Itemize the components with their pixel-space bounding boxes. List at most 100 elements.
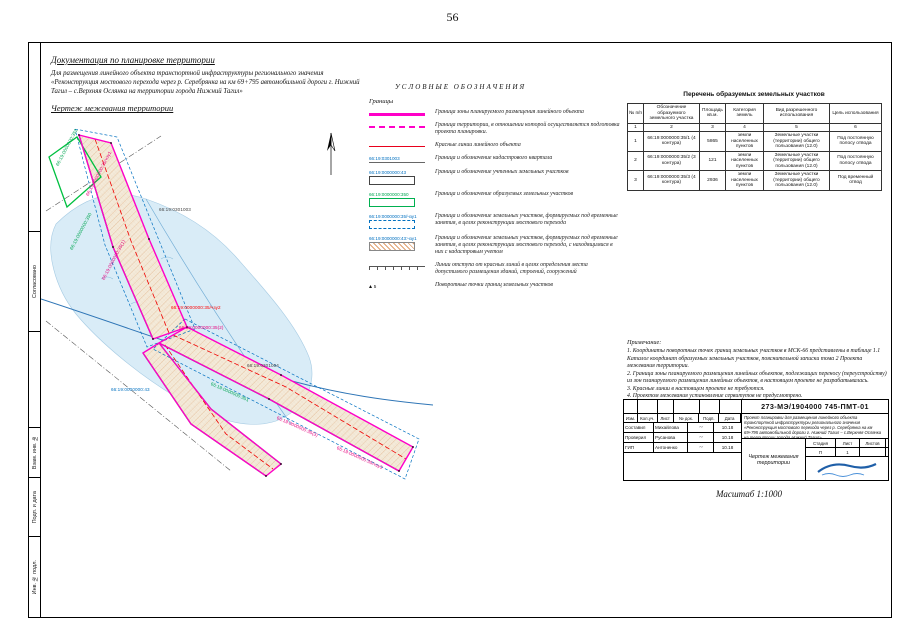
side-stamp-label: Инв. № подл. bbox=[32, 560, 38, 594]
legend-item-text: Граница и обозначение земельных участков… bbox=[435, 213, 621, 227]
plots-table-title: Перечень образуемых земельных участков bbox=[627, 91, 881, 98]
frame-side-column: Согласовано Взам. инв. № Подп. и дата Ин… bbox=[29, 43, 41, 617]
titleblock-left: Изм.Кол.уч.Лист№ док.Подп.Дата Составил … bbox=[624, 414, 742, 481]
revision-cell bbox=[638, 400, 658, 413]
frame-cell bbox=[29, 43, 40, 232]
table-cell: 1 bbox=[628, 132, 644, 152]
legend-symbol-label: 66:19:0000000:35/чзу1 bbox=[369, 214, 435, 219]
table-cell: Под постоянную полосу отвода bbox=[830, 151, 882, 171]
magenta-dash-icon bbox=[369, 126, 425, 128]
note-line: 1. Координаты поворотных точек границ зе… bbox=[627, 348, 889, 371]
side-stamp-label: Взам. инв. № bbox=[32, 435, 38, 469]
column-number-cell: 2 bbox=[644, 123, 700, 132]
stage-headers: СтадияЛистЛистов bbox=[806, 439, 888, 448]
stage-header-cell: Листов bbox=[860, 439, 886, 447]
offset-line-icon bbox=[369, 266, 425, 270]
legend-symbol-label: 66:19:0000000:43 bbox=[369, 170, 435, 175]
legend-title: УСЛОВНЫЕ ОБОЗНАЧЕНИЯ bbox=[395, 83, 621, 91]
column-number-cell: 5 bbox=[764, 123, 830, 132]
table-header-cell: Категория земель bbox=[726, 104, 764, 124]
table-header-cell: Обозначение образуемого земельного участ… bbox=[644, 104, 700, 124]
frame-cell: Согласовано bbox=[29, 232, 40, 332]
table-cell: 66:19:0000000:35/2 (3 контура) bbox=[644, 151, 700, 171]
sign-role: ГИП bbox=[624, 443, 654, 452]
table-header-cell: Цель использования bbox=[830, 104, 882, 124]
project-name: Проект планировки для размещения линейно… bbox=[742, 414, 888, 439]
titleblock-filler bbox=[624, 453, 741, 481]
titleblock-sign-rows: Составил Михайлова 10.18 Проверил Русано… bbox=[624, 423, 741, 453]
document-number: 273-МЭ/1904000 745-ПМТ-01 bbox=[742, 400, 888, 413]
legend-symbol-label: 66:19:0000000:350 bbox=[369, 192, 435, 197]
registered-plot-icon bbox=[369, 176, 415, 185]
legend-symbol: 66:19:0000000:350 bbox=[369, 191, 435, 207]
hatched-plot-icon bbox=[369, 242, 415, 251]
vertex-point-icon: ▴ 5 bbox=[369, 283, 435, 290]
signature bbox=[688, 443, 714, 452]
temporary-plot-icon bbox=[369, 220, 415, 229]
titleblock-column-headers: Изм.Кол.уч.Лист№ док.Подп.Дата bbox=[624, 414, 741, 423]
column-header-cell: Подп. bbox=[699, 414, 719, 422]
signature bbox=[688, 423, 714, 432]
column-number-row: 123456 bbox=[628, 123, 882, 132]
legend-item-text: Линии отступа от красных линий в целях о… bbox=[435, 262, 621, 276]
legend-item: Граница территории, в отношении которой … bbox=[369, 122, 621, 136]
table-header-cell: Площадь кв.м. bbox=[700, 104, 726, 124]
revision-cell bbox=[624, 400, 638, 413]
revision-cell bbox=[658, 400, 674, 413]
table-cell: 121 bbox=[700, 151, 726, 171]
legend-item-text: Граница и обозначение образуемых земельн… bbox=[435, 191, 573, 198]
document-title: Документация по планировке территории bbox=[51, 55, 361, 65]
legend-symbol-label: 66:19:0301003 bbox=[369, 156, 435, 161]
revision-cell bbox=[720, 400, 742, 413]
column-header-cell: Кол.уч. bbox=[638, 414, 658, 422]
legend-item: 66:19:0301003 Граница и обозначение када… bbox=[369, 155, 621, 163]
frame-cell bbox=[29, 332, 40, 428]
column-number-cell: 3 bbox=[700, 123, 726, 132]
legend-items: Граница зоны планируемого размещения лин… bbox=[369, 109, 621, 290]
frame-cell: Инв. № подл. bbox=[29, 537, 40, 617]
legend-symbol bbox=[369, 109, 435, 116]
title-block: 273-МЭ/1904000 745-ПМТ-01 Изм.Кол.уч.Лис… bbox=[623, 399, 889, 481]
legend-symbol: 66:19:0301003 bbox=[369, 155, 435, 163]
table-header-row: № п/пОбозначение образуемого земельного … bbox=[628, 104, 882, 124]
side-stamp-label: Согласовано bbox=[32, 265, 38, 298]
legend-item: Линии отступа от красных линий в целях о… bbox=[369, 262, 621, 276]
legend: УСЛОВНЫЕ ОБОЗНАЧЕНИЯ Границы Граница зон… bbox=[369, 83, 621, 296]
legend-item-text: Красные линии линейного объекта bbox=[435, 142, 521, 149]
column-number-cell: 4 bbox=[726, 123, 764, 132]
table-row: 166:19:0000000:35/1 (4 контура)5865земли… bbox=[628, 132, 882, 152]
stage-value-cell: П bbox=[806, 448, 836, 456]
legend-symbol: 66:19:0000000:43:чзу1 bbox=[369, 235, 435, 251]
legend-item: 66:19:0000000:35/чзу1 Граница и обозначе… bbox=[369, 213, 621, 229]
frame-cell: Подп. и дата bbox=[29, 478, 40, 538]
legend-item-text: Граница и обозначение земельных участков… bbox=[435, 235, 621, 256]
sign-date: 10.18 bbox=[714, 423, 740, 432]
table-row: 266:19:0000000:35/2 (3 контура)121земли … bbox=[628, 151, 882, 171]
table-cell: Земельные участки (территории) общего по… bbox=[764, 171, 830, 191]
sign-name: Русанова bbox=[654, 433, 688, 442]
legend-group-label: Границы bbox=[369, 98, 621, 105]
table-header-cell: Вид разрешенного использования bbox=[764, 104, 830, 124]
table-cell: 66:19:0000000:35/3 (4 контура) bbox=[644, 171, 700, 191]
organization-logo bbox=[806, 457, 888, 481]
table-header-cell: № п/п bbox=[628, 104, 644, 124]
legend-symbol-label: 66:19:0000000:43:чзу1 bbox=[369, 236, 435, 241]
table-cell: 66:19:0000000:35/1 (4 контура) bbox=[644, 132, 700, 152]
scale-label: Масштаб 1:1000 bbox=[679, 489, 819, 499]
drawing-name: Чертеж межевания территории bbox=[742, 439, 806, 481]
legend-symbol: 66:19:0000000:43 bbox=[369, 169, 435, 185]
drawing-subtitle: Чертеж межевания территории bbox=[51, 103, 361, 113]
column-header-cell: Лист bbox=[658, 414, 674, 422]
document-intro: Для размещения линейного объекта транспо… bbox=[51, 70, 361, 96]
legend-symbol bbox=[369, 122, 435, 128]
legend-item-text: Поворотные точки границ земельных участк… bbox=[435, 282, 553, 289]
table-cell: земли населенных пунктов bbox=[726, 171, 764, 191]
sign-name: Антоненко bbox=[654, 443, 688, 452]
column-header-cell: Дата bbox=[719, 414, 741, 422]
legend-symbol bbox=[369, 142, 435, 147]
note-line: 2. Граница зоны планируемого размещения … bbox=[627, 371, 889, 386]
magenta-line-icon bbox=[369, 113, 425, 116]
table-cell: Под временный отвод bbox=[830, 171, 882, 191]
document-header: Документация по планировке территории Дл… bbox=[51, 55, 361, 113]
plots-table: № п/пОбозначение образуемого земельного … bbox=[627, 103, 882, 191]
